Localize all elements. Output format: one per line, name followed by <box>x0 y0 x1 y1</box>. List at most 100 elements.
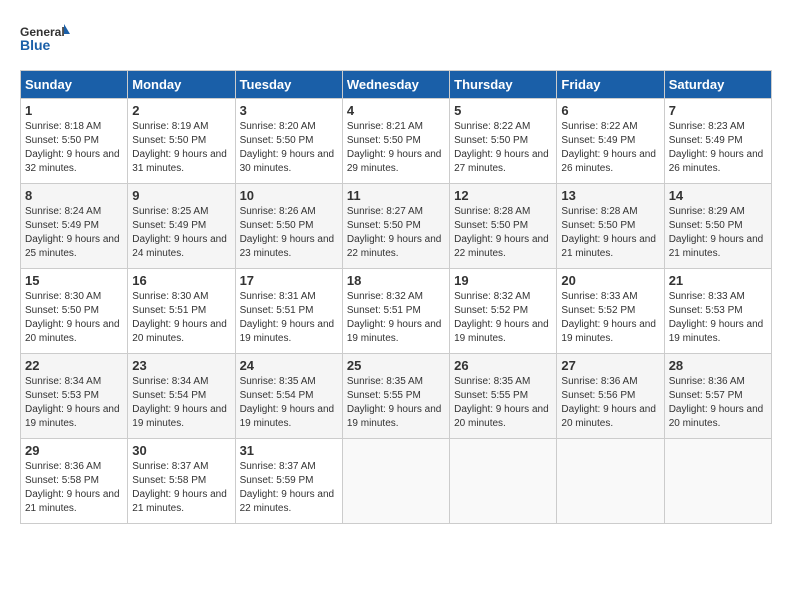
sunset-label: Sunset: 5:53 PM <box>25 390 99 401</box>
sunrise-label: Sunrise: 8:19 AM <box>132 121 208 132</box>
day-number: 11 <box>347 188 445 203</box>
daylight-label: Daylight: 9 hours and 23 minutes. <box>240 234 335 259</box>
daylight-label: Daylight: 9 hours and 22 minutes. <box>347 234 442 259</box>
day-number: 1 <box>25 103 123 118</box>
sunrise-label: Sunrise: 8:37 AM <box>132 461 208 472</box>
calendar-day-cell <box>664 439 771 524</box>
day-info: Sunrise: 8:18 AM Sunset: 5:50 PM Dayligh… <box>25 120 123 176</box>
daylight-label: Daylight: 9 hours and 20 minutes. <box>669 404 764 429</box>
calendar-day-cell: 11 Sunrise: 8:27 AM Sunset: 5:50 PM Dayl… <box>342 184 449 269</box>
daylight-label: Daylight: 9 hours and 19 minutes. <box>132 404 227 429</box>
day-info: Sunrise: 8:26 AM Sunset: 5:50 PM Dayligh… <box>240 205 338 261</box>
sunrise-label: Sunrise: 8:35 AM <box>454 376 530 387</box>
sunrise-label: Sunrise: 8:36 AM <box>561 376 637 387</box>
daylight-label: Daylight: 9 hours and 27 minutes. <box>454 149 549 174</box>
daylight-label: Daylight: 9 hours and 24 minutes. <box>132 234 227 259</box>
day-header-tuesday: Tuesday <box>235 71 342 99</box>
sunrise-label: Sunrise: 8:32 AM <box>454 291 530 302</box>
sunset-label: Sunset: 5:55 PM <box>347 390 421 401</box>
day-info: Sunrise: 8:36 AM Sunset: 5:56 PM Dayligh… <box>561 375 659 431</box>
sunrise-label: Sunrise: 8:34 AM <box>132 376 208 387</box>
sunrise-label: Sunrise: 8:34 AM <box>25 376 101 387</box>
day-number: 17 <box>240 273 338 288</box>
sunset-label: Sunset: 5:50 PM <box>561 220 635 231</box>
day-info: Sunrise: 8:19 AM Sunset: 5:50 PM Dayligh… <box>132 120 230 176</box>
sunrise-label: Sunrise: 8:30 AM <box>25 291 101 302</box>
sunrise-label: Sunrise: 8:33 AM <box>669 291 745 302</box>
daylight-label: Daylight: 9 hours and 26 minutes. <box>561 149 656 174</box>
day-number: 30 <box>132 443 230 458</box>
calendar-day-cell <box>450 439 557 524</box>
sunset-label: Sunset: 5:50 PM <box>454 135 528 146</box>
calendar-day-cell: 23 Sunrise: 8:34 AM Sunset: 5:54 PM Dayl… <box>128 354 235 439</box>
daylight-label: Daylight: 9 hours and 21 minutes. <box>25 489 120 514</box>
daylight-label: Daylight: 9 hours and 20 minutes. <box>25 319 120 344</box>
calendar-day-cell: 22 Sunrise: 8:34 AM Sunset: 5:53 PM Dayl… <box>21 354 128 439</box>
svg-text:Blue: Blue <box>20 37 51 53</box>
daylight-label: Daylight: 9 hours and 21 minutes. <box>132 489 227 514</box>
calendar-day-cell: 27 Sunrise: 8:36 AM Sunset: 5:56 PM Dayl… <box>557 354 664 439</box>
calendar-header-row: SundayMondayTuesdayWednesdayThursdayFrid… <box>21 71 772 99</box>
calendar-week-row: 1 Sunrise: 8:18 AM Sunset: 5:50 PM Dayli… <box>21 99 772 184</box>
calendar-day-cell: 20 Sunrise: 8:33 AM Sunset: 5:52 PM Dayl… <box>557 269 664 354</box>
sunrise-label: Sunrise: 8:36 AM <box>25 461 101 472</box>
sunrise-label: Sunrise: 8:25 AM <box>132 206 208 217</box>
logo-svg: General Blue <box>20 20 70 60</box>
daylight-label: Daylight: 9 hours and 31 minutes. <box>132 149 227 174</box>
sunset-label: Sunset: 5:50 PM <box>132 135 206 146</box>
calendar-day-cell: 3 Sunrise: 8:20 AM Sunset: 5:50 PM Dayli… <box>235 99 342 184</box>
daylight-label: Daylight: 9 hours and 19 minutes. <box>561 319 656 344</box>
sunset-label: Sunset: 5:50 PM <box>669 220 743 231</box>
page-header: General Blue <box>20 20 772 60</box>
day-info: Sunrise: 8:27 AM Sunset: 5:50 PM Dayligh… <box>347 205 445 261</box>
sunrise-label: Sunrise: 8:28 AM <box>561 206 637 217</box>
day-number: 4 <box>347 103 445 118</box>
daylight-label: Daylight: 9 hours and 19 minutes. <box>240 404 335 429</box>
calendar-day-cell: 4 Sunrise: 8:21 AM Sunset: 5:50 PM Dayli… <box>342 99 449 184</box>
day-info: Sunrise: 8:33 AM Sunset: 5:52 PM Dayligh… <box>561 290 659 346</box>
calendar-day-cell: 21 Sunrise: 8:33 AM Sunset: 5:53 PM Dayl… <box>664 269 771 354</box>
day-header-wednesday: Wednesday <box>342 71 449 99</box>
daylight-label: Daylight: 9 hours and 19 minutes. <box>347 319 442 344</box>
calendar-day-cell: 7 Sunrise: 8:23 AM Sunset: 5:49 PM Dayli… <box>664 99 771 184</box>
calendar-day-cell: 9 Sunrise: 8:25 AM Sunset: 5:49 PM Dayli… <box>128 184 235 269</box>
sunset-label: Sunset: 5:58 PM <box>25 475 99 486</box>
day-info: Sunrise: 8:33 AM Sunset: 5:53 PM Dayligh… <box>669 290 767 346</box>
calendar-day-cell <box>342 439 449 524</box>
day-header-friday: Friday <box>557 71 664 99</box>
sunset-label: Sunset: 5:52 PM <box>561 305 635 316</box>
day-info: Sunrise: 8:30 AM Sunset: 5:50 PM Dayligh… <box>25 290 123 346</box>
day-info: Sunrise: 8:32 AM Sunset: 5:51 PM Dayligh… <box>347 290 445 346</box>
sunset-label: Sunset: 5:50 PM <box>347 135 421 146</box>
calendar-day-cell: 30 Sunrise: 8:37 AM Sunset: 5:58 PM Dayl… <box>128 439 235 524</box>
calendar-day-cell: 14 Sunrise: 8:29 AM Sunset: 5:50 PM Dayl… <box>664 184 771 269</box>
day-info: Sunrise: 8:32 AM Sunset: 5:52 PM Dayligh… <box>454 290 552 346</box>
calendar-day-cell: 10 Sunrise: 8:26 AM Sunset: 5:50 PM Dayl… <box>235 184 342 269</box>
day-number: 5 <box>454 103 552 118</box>
calendar-day-cell: 16 Sunrise: 8:30 AM Sunset: 5:51 PM Dayl… <box>128 269 235 354</box>
calendar-day-cell: 6 Sunrise: 8:22 AM Sunset: 5:49 PM Dayli… <box>557 99 664 184</box>
sunset-label: Sunset: 5:49 PM <box>132 220 206 231</box>
day-number: 14 <box>669 188 767 203</box>
sunset-label: Sunset: 5:49 PM <box>561 135 635 146</box>
day-number: 31 <box>240 443 338 458</box>
day-info: Sunrise: 8:23 AM Sunset: 5:49 PM Dayligh… <box>669 120 767 176</box>
day-number: 28 <box>669 358 767 373</box>
day-number: 7 <box>669 103 767 118</box>
daylight-label: Daylight: 9 hours and 20 minutes. <box>454 404 549 429</box>
sunset-label: Sunset: 5:49 PM <box>669 135 743 146</box>
sunset-label: Sunset: 5:50 PM <box>25 305 99 316</box>
calendar-table: SundayMondayTuesdayWednesdayThursdayFrid… <box>20 70 772 524</box>
sunrise-label: Sunrise: 8:21 AM <box>347 121 423 132</box>
calendar-day-cell: 1 Sunrise: 8:18 AM Sunset: 5:50 PM Dayli… <box>21 99 128 184</box>
sunset-label: Sunset: 5:57 PM <box>669 390 743 401</box>
sunrise-label: Sunrise: 8:35 AM <box>347 376 423 387</box>
calendar-day-cell: 28 Sunrise: 8:36 AM Sunset: 5:57 PM Dayl… <box>664 354 771 439</box>
day-header-sunday: Sunday <box>21 71 128 99</box>
daylight-label: Daylight: 9 hours and 26 minutes. <box>669 149 764 174</box>
day-info: Sunrise: 8:35 AM Sunset: 5:55 PM Dayligh… <box>454 375 552 431</box>
day-number: 12 <box>454 188 552 203</box>
day-header-thursday: Thursday <box>450 71 557 99</box>
day-number: 6 <box>561 103 659 118</box>
sunset-label: Sunset: 5:59 PM <box>240 475 314 486</box>
